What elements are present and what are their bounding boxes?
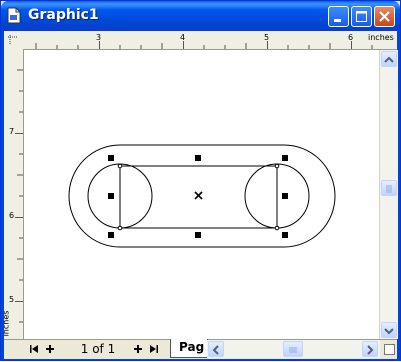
vertex-handles[interactable] bbox=[117, 163, 280, 231]
chevron-right-icon bbox=[367, 345, 374, 355]
scroll-left-button[interactable] bbox=[208, 341, 224, 357]
chevron-up-icon bbox=[384, 56, 394, 63]
close-button[interactable] bbox=[374, 6, 395, 27]
app-window: Graphic1 3 4 5 6 inches 7 6 5 inches 1 o… bbox=[0, 0, 401, 361]
horizontal-ruler-ticks bbox=[35, 41, 373, 49]
ruler-unit-label: inches bbox=[368, 33, 394, 42]
close-icon bbox=[379, 11, 390, 22]
page-tab[interactable]: Pag bbox=[170, 339, 208, 358]
first-page-icon bbox=[30, 345, 38, 353]
ruler-tick-label: 6 bbox=[348, 33, 354, 42]
size-grip[interactable] bbox=[382, 340, 397, 358]
minimize-icon bbox=[334, 19, 341, 22]
ruler-unit-label: inches bbox=[4, 310, 11, 337]
rotation-center-icon[interactable] bbox=[194, 191, 203, 200]
page-navigation-bar: 1 of 1 Pag bbox=[4, 339, 397, 359]
chevron-down-icon bbox=[384, 328, 394, 335]
ruler-tick-label: 7 bbox=[9, 127, 15, 136]
scroll-right-button[interactable] bbox=[362, 341, 378, 357]
last-page-icon bbox=[150, 345, 158, 353]
window-title: Graphic1 bbox=[28, 7, 99, 23]
center-rectangle-shape[interactable] bbox=[119, 165, 278, 229]
horizontal-ruler[interactable]: 3 4 5 6 inches bbox=[23, 31, 397, 50]
last-page-button[interactable] bbox=[148, 341, 160, 357]
thumb-grip-icon bbox=[386, 185, 392, 193]
horizontal-scroll-thumb[interactable] bbox=[283, 341, 303, 357]
drawing-shapes bbox=[68, 144, 336, 248]
ruler-origin-icon bbox=[8, 35, 18, 45]
ruler-tick-label: 4 bbox=[180, 33, 186, 42]
vertical-scrollbar[interactable] bbox=[379, 50, 398, 339]
vertical-ruler[interactable]: 7 6 5 inches bbox=[4, 49, 24, 339]
ruler-tick-label: 5 bbox=[264, 33, 270, 42]
document-icon bbox=[7, 7, 21, 24]
vertical-scroll-thumb[interactable] bbox=[381, 180, 397, 196]
minimize-button[interactable] bbox=[328, 6, 349, 27]
page-indicator: 1 of 1 bbox=[80, 342, 116, 356]
ruler-origin[interactable] bbox=[4, 31, 24, 50]
ruler-tick-label: 5 bbox=[9, 295, 15, 304]
drawing-canvas[interactable] bbox=[24, 50, 379, 339]
scroll-up-button[interactable] bbox=[381, 51, 397, 67]
checkbox-icon bbox=[384, 344, 395, 355]
horizontal-scrollbar[interactable] bbox=[207, 340, 380, 358]
insert-page-before-button[interactable] bbox=[44, 341, 56, 357]
scroll-down-button[interactable] bbox=[381, 322, 397, 338]
maximize-icon bbox=[356, 11, 367, 22]
first-page-button[interactable] bbox=[28, 341, 40, 357]
chevron-left-icon bbox=[212, 345, 219, 355]
plus-icon bbox=[134, 345, 142, 353]
maximize-button[interactable] bbox=[351, 6, 372, 27]
thumb-grip-icon bbox=[289, 347, 297, 353]
ruler-tick-label: 6 bbox=[9, 211, 15, 220]
insert-page-after-button[interactable] bbox=[132, 341, 144, 357]
plus-icon bbox=[46, 345, 54, 353]
ruler-tick-label: 3 bbox=[96, 33, 102, 42]
title-bar[interactable]: Graphic1 bbox=[1, 1, 400, 31]
